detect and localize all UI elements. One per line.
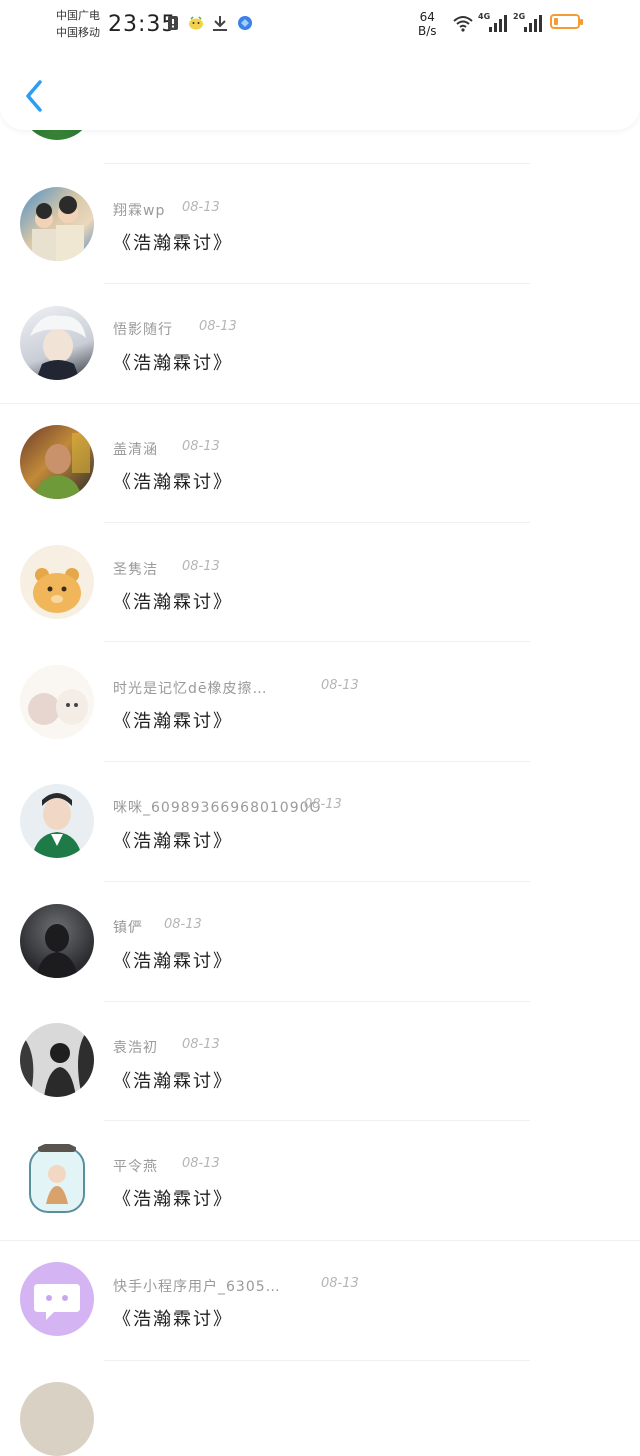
divider [104, 283, 530, 284]
divider [104, 522, 530, 523]
net-speed-value: 64 [419, 10, 435, 24]
comment-text: 《浩瀚霖讨》 [113, 1309, 233, 1330]
carrier-labels: 中国广电 中国移动 [56, 7, 100, 41]
username[interactable]: 翔霖wp [113, 200, 165, 220]
sim-alert-icon [164, 14, 182, 32]
list-item[interactable]: 平令燕 08-13 《浩瀚霖讨》 [0, 1122, 640, 1242]
back-button[interactable] [22, 78, 48, 114]
username[interactable]: 悟影随行 [113, 319, 173, 339]
comment-date: 08-13 [321, 678, 359, 693]
comment-date: 08-13 [304, 797, 342, 812]
avatar[interactable] [20, 665, 94, 739]
comment-text: 《浩瀚霖讨》 [113, 592, 233, 613]
divider [104, 1120, 530, 1121]
avatar[interactable] [20, 1023, 94, 1097]
comment-date: 08-13 [182, 439, 220, 454]
list-item[interactable]: 盖清涵 08-13 《浩瀚霖讨》 [0, 405, 640, 525]
avatar[interactable] [20, 784, 94, 858]
avatar[interactable] [20, 187, 94, 261]
comment-text: 《浩瀚霖讨》 [113, 472, 233, 493]
comment-date: 08-13 [164, 917, 202, 932]
comment-text: 《浩瀚霖讨》 [113, 951, 233, 972]
divider [0, 1240, 640, 1241]
comment-date: 08-13 [182, 559, 220, 574]
comment-text: 《浩瀚霖讨》 [113, 1189, 233, 1210]
net-speed: 64 B/s [418, 10, 437, 38]
net-speed-unit: B/s [418, 24, 437, 38]
username[interactable]: 平令燕 [113, 1156, 158, 1176]
list-item[interactable]: 咪咪_6098936696801090O 08-13 《浩瀚霖讨》 [0, 763, 640, 883]
comment-text: 《浩瀚霖讨》 [113, 831, 233, 852]
divider [104, 641, 530, 642]
browser-icon [236, 14, 254, 32]
divider [104, 163, 530, 164]
comment-date: 08-13 [321, 1276, 359, 1291]
username[interactable]: 快手小程序用户_6305… [113, 1276, 281, 1296]
battery-level [554, 18, 558, 25]
comment-date: 08-13 [182, 200, 220, 215]
list-item[interactable]: 袁浩初 08-13 《浩瀚霖讨》 [0, 1003, 640, 1123]
username[interactable]: 圣隽洁 [113, 559, 158, 579]
list-item[interactable]: 悟影随行 08-13 《浩瀚霖讨》 [0, 285, 640, 405]
comment-date: 08-13 [182, 1156, 220, 1171]
list-item[interactable]: 翔霖wp 08-13 《浩瀚霖讨》 [0, 165, 640, 285]
avatar[interactable] [20, 1262, 94, 1336]
carrier-top: 中国广电 [56, 9, 100, 22]
top-bar: 中国广电 中国移动 23:35 64 B/s 4G 2G [0, 0, 640, 130]
status-bar: 中国广电 中国移动 23:35 64 B/s 4G 2G [0, 0, 640, 48]
divider [0, 403, 640, 404]
carrier-bottom: 中国移动 [56, 26, 100, 39]
username[interactable]: 镇俨 [113, 917, 143, 937]
list-item[interactable]: 时光是记忆dē橡皮擦… 08-13 《浩瀚霖讨》 [0, 643, 640, 763]
battery-icon [550, 14, 583, 29]
download-icon [211, 14, 229, 32]
avatar[interactable] [20, 306, 94, 380]
username[interactable]: 时光是记忆dē橡皮擦… [113, 678, 268, 698]
divider [104, 1001, 530, 1002]
list-item[interactable]: 镇俨 08-13 《浩瀚霖讨》 [0, 883, 640, 1003]
comment-text: 《浩瀚霖讨》 [113, 711, 233, 732]
username[interactable]: 咪咪_6098936696801090O [113, 797, 322, 817]
app-notification-icon [187, 14, 205, 32]
avatar[interactable] [20, 904, 94, 978]
username[interactable]: 盖清涵 [113, 439, 158, 459]
wifi-icon [452, 14, 474, 32]
list-item[interactable]: 圣隽洁 08-13 《浩瀚霖讨》 [0, 524, 640, 644]
avatar[interactable] [20, 545, 94, 619]
comment-date: 08-13 [182, 1037, 220, 1052]
chevron-left-icon [26, 80, 42, 112]
comment-date: 08-13 [199, 319, 237, 334]
comment-text: 《浩瀚霖讨》 [113, 353, 233, 374]
divider [104, 881, 530, 882]
comment-text: 《浩瀚霖讨》 [113, 1071, 233, 1092]
avatar[interactable] [20, 1142, 94, 1216]
comment-text: 《浩瀚霖讨》 [113, 233, 233, 254]
avatar[interactable] [20, 1382, 94, 1456]
signal-4g-icon: 4G [478, 12, 510, 34]
username[interactable]: 袁浩初 [113, 1037, 158, 1057]
divider [104, 761, 530, 762]
list-item[interactable]: 快手小程序用户_6305… 08-13 《浩瀚霖讨》 [0, 1242, 640, 1362]
divider [104, 1360, 530, 1361]
avatar[interactable] [20, 425, 94, 499]
signal-2g-icon: 2G [513, 12, 545, 34]
